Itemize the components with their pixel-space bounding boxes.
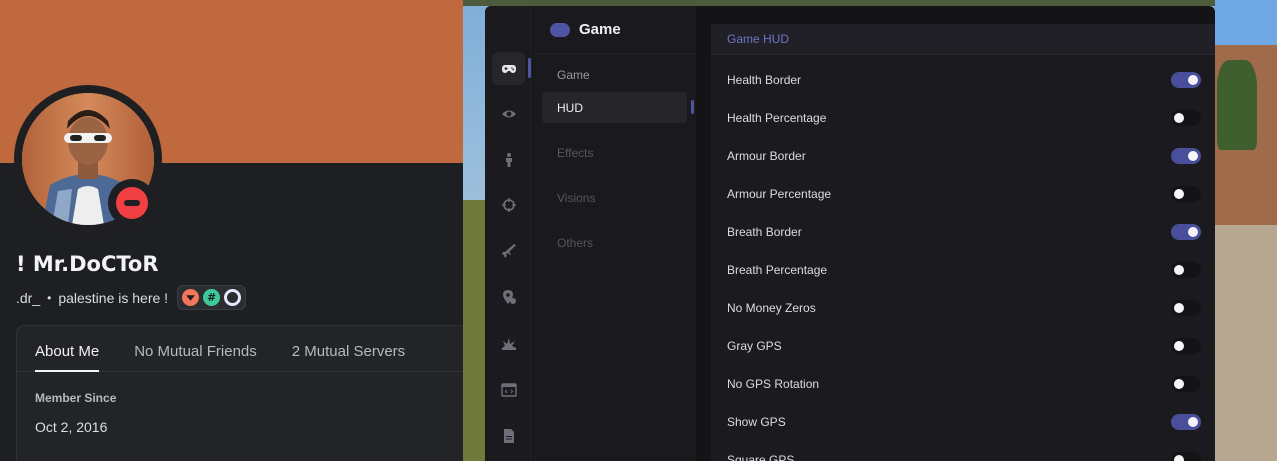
option-toggle[interactable] [1171, 414, 1201, 430]
option-row[interactable]: Gray GPS [711, 327, 1215, 365]
tab-mutual-servers[interactable]: 2 Mutual Servers [292, 343, 405, 371]
option-label: No Money Zeros [727, 301, 816, 315]
menu-icon-rail [485, 6, 532, 461]
category-active-indicator [691, 100, 694, 114]
custom-status: palestine is here ! [58, 289, 169, 306]
person-icon[interactable] [492, 143, 525, 176]
tab-mutual-friends[interactable]: No Mutual Friends [134, 343, 257, 371]
option-label: Health Percentage [727, 111, 827, 125]
options-panel-title: Game HUD [711, 24, 1215, 55]
toggle-knob [1174, 189, 1184, 199]
toggle-knob [1188, 151, 1198, 161]
tab-about-me[interactable]: About Me [35, 343, 100, 372]
option-row[interactable]: Square GPS [711, 441, 1215, 461]
option-label: Square GPS [727, 453, 795, 461]
option-row[interactable]: Health Border [711, 61, 1215, 99]
code-window-icon[interactable] [492, 373, 525, 406]
badge-list: # [177, 285, 247, 310]
gamepad-icon[interactable] [492, 52, 525, 85]
toggle-knob [1174, 341, 1184, 351]
nitro-boost-badge[interactable] [224, 289, 242, 306]
member-since-date: Oct 2, 2016 [35, 419, 108, 435]
option-label: Show GPS [727, 415, 786, 429]
option-toggle[interactable] [1171, 338, 1201, 354]
option-row[interactable]: Breath Border [711, 213, 1215, 251]
option-row[interactable]: No GPS Rotation [711, 365, 1215, 403]
username: .dr_ [16, 289, 41, 306]
option-row[interactable]: Armour Percentage [711, 175, 1215, 213]
user-profile-panel: ! Mr.DoCToR .dr_ • palestine is here ! #… [0, 0, 480, 461]
status-indicator [108, 179, 156, 227]
option-toggle[interactable] [1171, 452, 1201, 461]
option-row[interactable]: Health Percentage [711, 99, 1215, 137]
option-toggle[interactable] [1171, 110, 1201, 126]
options-panel: Game HUD Health Border Health Percentage A… [711, 24, 1215, 461]
toggle-knob [1174, 303, 1184, 313]
toggle-knob [1188, 227, 1198, 237]
game-scene-palm [1217, 60, 1257, 150]
category-item-effects[interactable]: Effects [542, 137, 687, 168]
rail-active-indicator [528, 58, 531, 78]
server-tag-badge[interactable]: # [203, 289, 221, 306]
option-toggle[interactable] [1171, 186, 1201, 202]
option-toggle[interactable] [1171, 376, 1201, 392]
category-item-visions[interactable]: Visions [542, 182, 687, 213]
separator-dot: • [47, 290, 52, 305]
hypesquad-balance-badge[interactable] [182, 289, 200, 306]
option-label: Health Border [727, 73, 802, 87]
avatar-frame [14, 85, 162, 233]
category-panel: Game Game HUD Effects Visions Others [533, 6, 696, 461]
option-toggle[interactable] [1171, 300, 1201, 316]
option-toggle[interactable] [1171, 224, 1201, 240]
option-toggle[interactable] [1171, 148, 1201, 164]
mod-menu-window: Game Game HUD Effects Visions Others Gam… [485, 6, 1215, 461]
explosion-icon[interactable] [492, 326, 525, 359]
option-label: Armour Border [727, 149, 806, 163]
option-label: No GPS Rotation [727, 377, 820, 391]
option-label: Armour Percentage [727, 187, 832, 201]
category-title: Game [579, 21, 621, 38]
option-label: Breath Percentage [727, 263, 828, 277]
toggle-knob [1174, 379, 1184, 389]
profile-tabs: About Me No Mutual Friends 2 Mutual Serv… [17, 326, 480, 372]
document-icon[interactable] [492, 419, 525, 452]
category-item-hud[interactable]: HUD [542, 92, 687, 123]
toggle-knob [1174, 265, 1184, 275]
category-item-others[interactable]: Others [542, 227, 687, 258]
member-since-label: Member Since [35, 391, 117, 405]
gamepad-icon [550, 22, 570, 37]
option-toggle[interactable] [1171, 262, 1201, 278]
option-row[interactable]: Show GPS [711, 403, 1215, 441]
profile-subline: .dr_ • palestine is here ! # [16, 285, 247, 310]
option-row[interactable]: Armour Border [711, 137, 1215, 175]
do-not-disturb-icon [116, 187, 148, 219]
toggle-knob [1188, 75, 1198, 85]
weapon-icon[interactable] [492, 234, 525, 267]
category-section-label: Game [557, 68, 590, 82]
option-label: Breath Border [727, 225, 802, 239]
display-name: ! Mr.DoCToR [16, 252, 159, 276]
option-label: Gray GPS [727, 339, 782, 353]
toggle-knob [1188, 417, 1198, 427]
category-header: Game [533, 6, 696, 54]
toggle-knob [1174, 113, 1184, 123]
option-row[interactable]: Breath Percentage [711, 251, 1215, 289]
profile-tabs-card: About Me No Mutual Friends 2 Mutual Serv… [16, 325, 480, 461]
option-row[interactable]: No Money Zeros [711, 289, 1215, 327]
game-scene-road [1215, 225, 1277, 461]
eye-icon[interactable] [492, 97, 525, 130]
crosshair-icon[interactable] [492, 188, 525, 221]
location-settings-icon[interactable] [492, 280, 525, 313]
toggle-knob [1174, 455, 1184, 461]
option-toggle[interactable] [1171, 72, 1201, 88]
